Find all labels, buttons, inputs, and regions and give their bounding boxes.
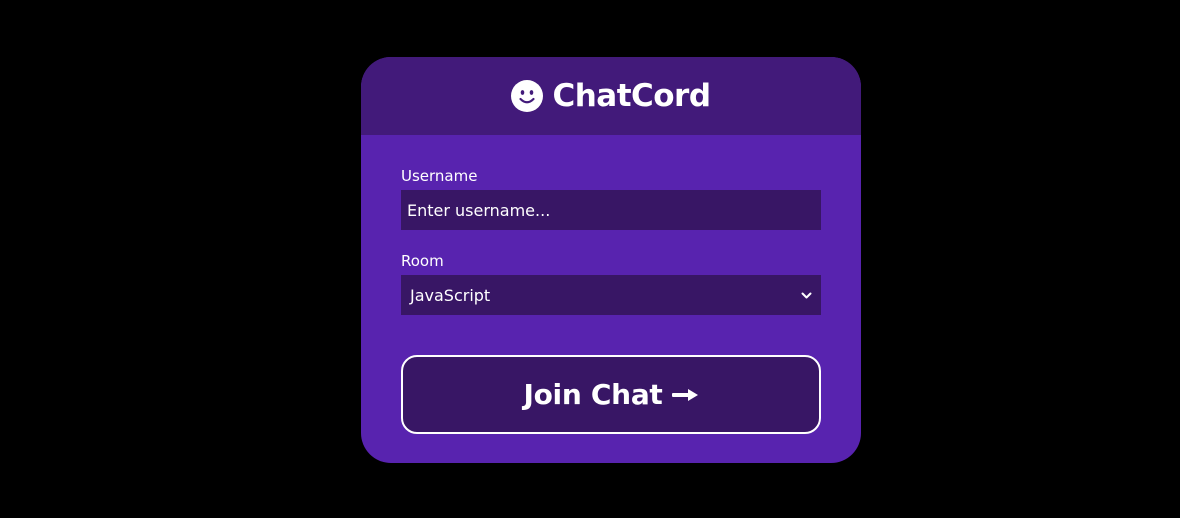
arrow-right-icon — [671, 388, 698, 401]
app-title: ChatCord — [552, 78, 711, 114]
room-select[interactable]: JavaScript — [401, 275, 821, 315]
card-header: ChatCord — [361, 57, 861, 135]
smiley-face-icon — [511, 80, 544, 112]
username-group: Username — [401, 167, 821, 230]
join-card: ChatCord Username Room JavaScript Join C… — [361, 57, 861, 463]
chevron-down-icon — [801, 292, 812, 298]
room-group: Room JavaScript — [401, 252, 821, 315]
join-chat-button[interactable]: Join Chat — [401, 355, 821, 434]
join-chat-label: Join Chat — [523, 378, 663, 411]
room-label: Room — [401, 252, 444, 270]
username-input[interactable] — [401, 190, 821, 230]
room-select-value: JavaScript — [410, 285, 491, 305]
app-logo: ChatCord — [511, 78, 711, 114]
join-form: Username Room JavaScript Join Chat — [361, 135, 861, 434]
username-label: Username — [401, 167, 478, 185]
